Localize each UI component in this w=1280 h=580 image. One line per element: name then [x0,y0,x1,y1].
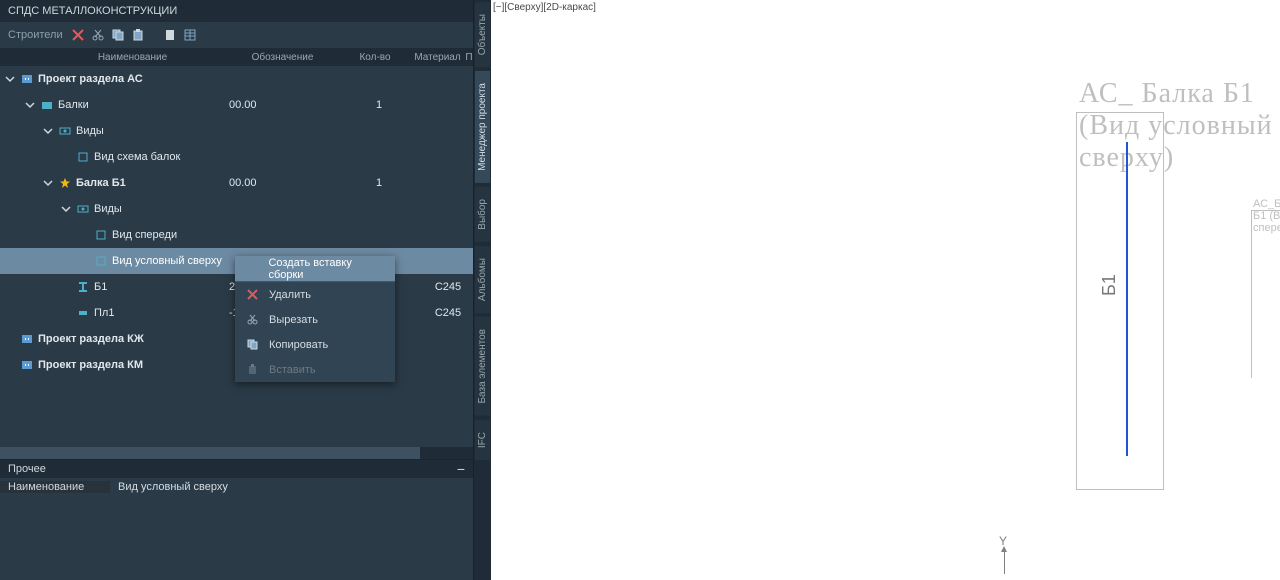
context-menu: Создать вставку сборки Удалить Вырезать … [235,256,395,382]
project-icon [20,358,34,372]
side-tab-selection[interactable]: Выбор [475,187,490,242]
property-row[interactable]: Наименование Вид условный сверху [0,478,473,496]
view-frame-front [1251,210,1280,378]
cell-designation: 00.00 [229,99,344,111]
horizontal-scrollbar[interactable] [0,447,473,459]
blank-icon [245,262,258,276]
property-key: Наименование [0,481,110,493]
scrollbar-thumb[interactable] [0,447,420,459]
views-icon [58,124,72,138]
side-tab-albums[interactable]: Альбомы [475,246,490,313]
tree-row-vid-speredi[interactable]: Вид спереди [0,222,473,248]
view-frame-top [1076,112,1164,490]
delete-icon [245,288,259,302]
column-material[interactable]: Материал [410,52,465,63]
column-s[interactable]: П [465,52,473,63]
ibeam-icon [76,280,90,294]
y-axis-line [1004,548,1005,574]
tree-label: Проект раздела АС [38,73,143,85]
tree-label: Проект раздела КМ [38,359,143,371]
tree-row-vid-schema[interactable]: Вид схема балок [0,144,473,170]
tree-label: Балки [58,99,89,111]
left-panel: СПДС МЕТАЛЛОКОНСТРУКЦИИ Строители Наимен… [0,0,473,580]
delete-icon[interactable] [71,28,85,42]
chevron-down-icon[interactable] [42,125,54,137]
tree-row-vidy[interactable]: Виды [0,118,473,144]
paste-icon[interactable] [131,28,145,42]
cut-icon[interactable] [91,28,105,42]
properties-title: Прочее [8,463,46,475]
cell-qty: 1 [344,177,414,189]
project-icon [20,72,34,86]
toolbar: Строители [0,22,473,48]
copy-icon [245,338,259,352]
cell-qty: 1 [344,99,414,111]
tree-row-balki[interactable]: Балки 00.00 1 [0,92,473,118]
property-value: Вид условный сверху [110,481,473,493]
properties-panel: Прочее − Наименование Вид условный сверх… [0,459,473,580]
side-tab-element-db[interactable]: База элементов [475,317,490,416]
tree-label: Проект раздела КЖ [38,333,144,345]
view-icon [94,228,108,242]
b1-label: Б1 [1099,274,1120,296]
chevron-down-icon[interactable] [24,99,36,111]
beam-top-line [1126,142,1128,456]
toolbar-label: Строители [8,29,63,41]
chevron-down-icon[interactable] [42,177,54,189]
plate-icon [76,306,90,320]
tree-label: Пл1 [94,307,114,319]
ctx-paste: Вставить [235,357,395,382]
column-name[interactable]: Наименование [40,52,225,63]
project-icon [20,332,34,346]
tree-label: Вид спереди [112,229,177,241]
cell-material: С245 [423,307,473,319]
drawing-canvas[interactable]: [−][Сверху][2D-каркас] АС_ Балка Б1 (Вид… [491,0,1280,580]
folder-icon [40,98,54,112]
side-tab-ifc[interactable]: IFC [475,420,490,460]
collapse-icon[interactable]: − [457,464,465,474]
view-icon [94,254,108,268]
chevron-down-icon[interactable] [60,203,72,215]
tree-label: Балка Б1 [76,177,126,189]
tree-label: Б1 [94,281,107,293]
ctx-cut[interactable]: Вырезать [235,307,395,332]
tree-row-project-ac[interactable]: Проект раздела АС [0,66,473,92]
ctx-delete[interactable]: Удалить [235,282,395,307]
panel-title-bar: СПДС МЕТАЛЛОКОНСТРУКЦИИ [0,0,473,22]
chevron-down-icon[interactable] [4,73,16,85]
tree-row-vidy-2[interactable]: Виды [0,196,473,222]
tree-label: Виды [76,125,104,137]
tree-label: Вид схема балок [94,151,180,163]
panel-title: СПДС МЕТАЛЛОКОНСТРУКЦИИ [8,5,177,17]
ctx-copy[interactable]: Копировать [235,332,395,357]
copy-icon[interactable] [111,28,125,42]
column-designation[interactable]: Обозначение [225,52,340,63]
views-icon [76,202,90,216]
tree-label: Вид условный сверху [112,255,222,267]
side-tabs: Объекты Менеджер проекта Выбор Альбомы Б… [473,0,491,580]
tree-label: Виды [94,203,122,215]
cell-material: С245 [423,281,473,293]
document-tab-label: [−][Сверху][2D-каркас] [493,2,596,13]
paste-icon [245,363,259,377]
tree-columns-header: Наименование Обозначение Кол-во Материал… [0,48,473,66]
cut-icon [245,313,259,327]
tree-row-balka-b1[interactable]: Балка Б1 00.00 1 [0,170,473,196]
column-qty[interactable]: Кол-во [340,52,410,63]
side-tab-objects[interactable]: Объекты [475,2,490,67]
new-icon[interactable] [163,28,177,42]
view-icon [76,150,90,164]
star-icon [58,176,72,190]
side-tab-project-manager[interactable]: Менеджер проекта [475,71,490,183]
cell-designation: 00.00 [229,177,344,189]
ctx-create-assembly-insert[interactable]: Создать вставку сборки [235,256,395,281]
table-icon[interactable] [183,28,197,42]
